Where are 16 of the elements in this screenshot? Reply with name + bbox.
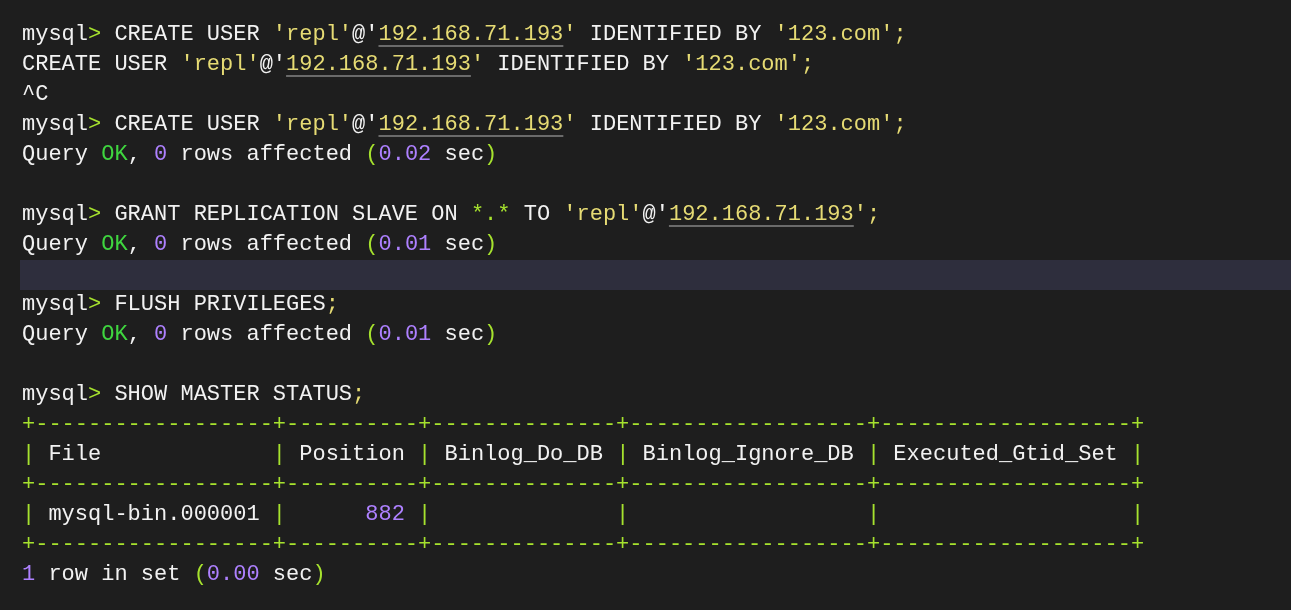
terminal-line: mysql> CREATE USER 'repl'@'192.168.71.193' IDENTIFIED BY '123.com'; (22, 22, 907, 47)
terminal-line: 1 row in set (0.00 sec) (22, 562, 326, 587)
terminal-line: ^C (22, 82, 49, 107)
terminal-line: +------------------+----------+--------------+------------------+-------------------+ (22, 412, 1145, 437)
terminal-line: Query OK, 0 rows affected (0.02 sec) (22, 142, 498, 167)
terminal-line: mysql> SHOW MASTER STATUS; (22, 382, 366, 407)
terminal-line: mysql> FLUSH PRIVILEGES; (22, 292, 339, 317)
terminal-line: | File | Position | Binlog_Do_DB | Binlog_Ignore_DB | Executed_Gtid_Set | (22, 442, 1145, 467)
terminal-line: Query OK, 0 rows affected (0.01 sec) (22, 322, 498, 347)
terminal-line: mysql> GRANT REPLICATION SLAVE ON *.* TO 'repl'@'192.168.71.193'; (22, 202, 881, 227)
terminal-line: CREATE USER 'repl'@'192.168.71.193' IDENTIFIED BY '123.com'; (22, 52, 815, 77)
terminal-line: mysql> CREATE USER 'repl'@'192.168.71.193' IDENTIFIED BY '123.com'; (22, 112, 907, 137)
terminal-line: +------------------+----------+--------------+------------------+-------------------+ (22, 532, 1145, 557)
terminal-line: +------------------+----------+--------------+------------------+-------------------+ (22, 472, 1145, 497)
terminal-line: | mysql-bin.000001 | 882 | | | | (22, 502, 1145, 527)
terminal-line: Query OK, 0 rows affected (0.01 sec) (22, 232, 498, 257)
